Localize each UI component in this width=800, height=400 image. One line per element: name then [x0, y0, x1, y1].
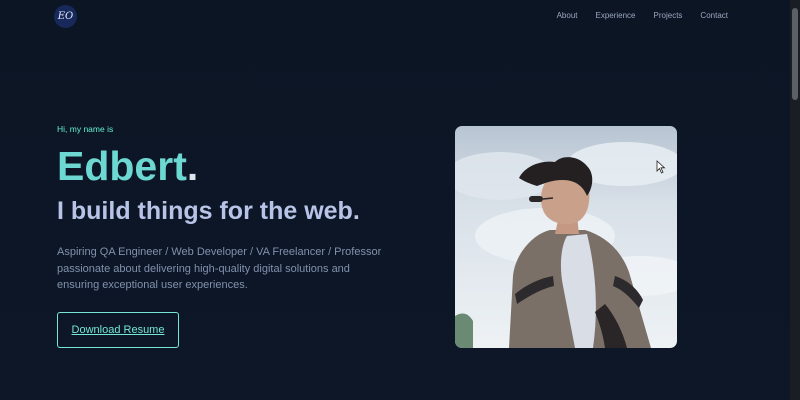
nav-about[interactable]: About: [557, 11, 578, 20]
top-nav: EO About Experience Projects Contact: [0, 0, 790, 34]
logo[interactable]: EO: [54, 5, 77, 28]
hero-name: Edbert.: [57, 145, 417, 187]
hero-tagline: I build things for the web.: [57, 197, 360, 225]
hero-name-dot: .: [186, 143, 199, 189]
greeting: Hi, my name is: [57, 124, 114, 134]
profile-photo-art: [455, 142, 677, 348]
scrollbar[interactable]: [790, 0, 800, 400]
hero-name-text: Edbert: [57, 143, 187, 189]
hero-description: Aspiring QA Engineer / Web Developer / V…: [57, 246, 382, 291]
page: EO About Experience Projects Contact Hi,…: [0, 0, 800, 400]
nav-links: About Experience Projects Contact: [557, 11, 728, 20]
nav-projects[interactable]: Projects: [654, 11, 683, 20]
download-resume-button[interactable]: Download Resume: [57, 311, 179, 348]
mouse-cursor-icon: [656, 160, 666, 174]
nav-contact[interactable]: Contact: [700, 11, 728, 20]
nav-experience[interactable]: Experience: [595, 11, 635, 20]
scrollbar-thumb[interactable]: [792, 8, 798, 100]
profile-photo: [455, 126, 677, 348]
hero-section: Hi, my name is Edbert. I build things fo…: [57, 124, 417, 348]
